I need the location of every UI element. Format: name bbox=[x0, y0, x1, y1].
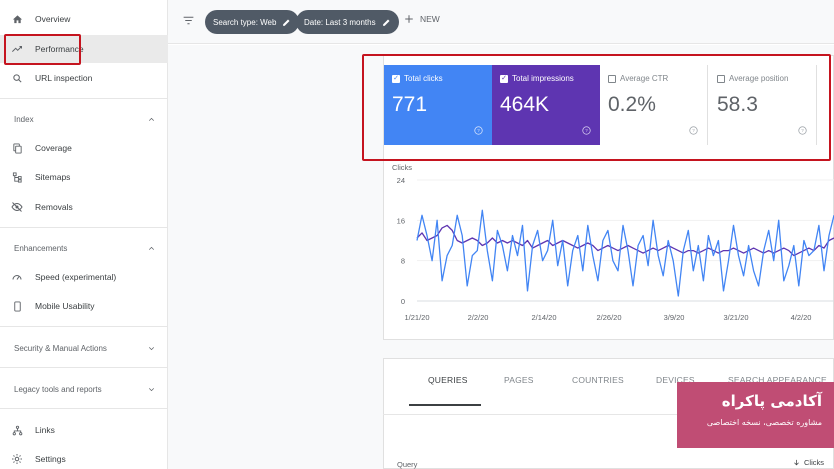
x-tick-label: 4/2/20 bbox=[791, 313, 812, 322]
date-range-chip[interactable]: Date: Last 3 months bbox=[296, 10, 399, 34]
sidebar-item-label: Links bbox=[35, 425, 55, 435]
search-type-chip[interactable]: Search type: Web bbox=[205, 10, 300, 34]
sitemap-icon bbox=[0, 171, 28, 183]
file-copy-icon bbox=[0, 142, 28, 154]
column-label: Clicks bbox=[804, 458, 824, 467]
highlight-annotation bbox=[4, 34, 81, 65]
sidebar-item-label: Sitemaps bbox=[35, 172, 71, 182]
sidebar-item-label: Coverage bbox=[35, 143, 72, 153]
sidebar-item-mobile-usability[interactable]: Mobile Usability bbox=[0, 292, 168, 320]
divider bbox=[0, 367, 168, 368]
section-legacy-header[interactable]: Legacy tools and reports bbox=[0, 378, 168, 400]
smartphone-icon bbox=[0, 300, 28, 312]
divider bbox=[0, 98, 168, 99]
edit-icon bbox=[382, 19, 390, 26]
new-filter-button[interactable]: NEW bbox=[404, 14, 440, 24]
plus-icon bbox=[405, 15, 413, 23]
tab-countries[interactable]: COUNTRIES bbox=[572, 375, 624, 385]
sidebar-item-links[interactable]: Links bbox=[0, 416, 168, 444]
chevron-down-icon bbox=[148, 387, 155, 391]
x-tick-label: 3/21/20 bbox=[723, 313, 748, 322]
section-enhancements-header[interactable]: Enhancements bbox=[0, 237, 168, 259]
x-tick-label: 2/26/20 bbox=[596, 313, 621, 322]
sidebar: Overview Performance URL inspection Inde… bbox=[0, 0, 168, 469]
sidebar-item-settings[interactable]: Settings bbox=[0, 445, 168, 469]
y-tick-label: 16 bbox=[397, 216, 405, 225]
x-tick-label: 1/21/20 bbox=[404, 313, 429, 322]
gear-icon bbox=[0, 453, 28, 465]
sidebar-item-coverage[interactable]: Coverage bbox=[0, 134, 168, 162]
section-title: Security & Manual Actions bbox=[14, 343, 107, 353]
filter-icon[interactable] bbox=[182, 14, 195, 32]
section-title: Enhancements bbox=[14, 243, 68, 253]
sidebar-item-label: Mobile Usability bbox=[35, 301, 95, 311]
arrow-down-icon bbox=[794, 459, 799, 466]
section-index-header[interactable]: Index bbox=[0, 108, 168, 130]
sidebar-item-label: URL inspection bbox=[35, 73, 93, 83]
chevron-down-icon bbox=[148, 346, 155, 350]
search-icon bbox=[0, 73, 28, 84]
divider bbox=[0, 326, 168, 327]
y-tick-label: 8 bbox=[401, 257, 405, 266]
chevron-up-icon bbox=[148, 246, 155, 250]
section-title: Legacy tools and reports bbox=[14, 384, 102, 394]
sidebar-item-removals[interactable]: Removals bbox=[0, 193, 168, 221]
highlight-annotation bbox=[362, 54, 831, 161]
y-axis-label: Clicks bbox=[392, 163, 412, 172]
watermark-logo: آکادمی پاکراه مشاوره تخصصی، نسخه اختصاصی bbox=[677, 382, 834, 448]
x-tick-label: 2/14/20 bbox=[531, 313, 556, 322]
y-tick-label: 24 bbox=[397, 176, 405, 185]
column-header-query[interactable]: Query bbox=[397, 460, 417, 469]
eye-off-icon bbox=[0, 201, 28, 213]
sidebar-item-label: Speed (experimental) bbox=[35, 272, 117, 282]
links-icon bbox=[0, 425, 28, 436]
divider bbox=[0, 227, 168, 228]
sidebar-item-label: Overview bbox=[35, 14, 71, 24]
filter-toolbar: Search type: Web Date: Last 3 months NEW bbox=[168, 0, 834, 44]
chip-label: Search type: Web bbox=[213, 17, 277, 27]
active-tab-indicator bbox=[409, 404, 481, 406]
x-tick-label: 3/9/20 bbox=[664, 313, 685, 322]
x-tick-label: 2/2/20 bbox=[468, 313, 489, 322]
sidebar-item-label: Removals bbox=[35, 202, 73, 212]
speedometer-icon bbox=[0, 271, 28, 283]
performance-chart: Clicks 24 16 8 0 1/21/20 2/2/20 2/14/20 2/26/20 3… bbox=[392, 163, 834, 322]
series-line-clicks bbox=[416, 209, 834, 297]
edit-icon bbox=[283, 19, 290, 26]
chip-label: Date: Last 3 months bbox=[304, 17, 376, 27]
watermark-title: آکادمی پاکراه bbox=[721, 392, 822, 410]
sidebar-item-url-inspection[interactable]: URL inspection bbox=[0, 64, 168, 92]
search-console-page: Overview Performance URL inspection Inde… bbox=[0, 0, 834, 469]
divider bbox=[0, 408, 168, 409]
watermark-subtitle: مشاوره تخصصی، نسخه اختصاصی bbox=[706, 418, 822, 427]
tab-pages[interactable]: PAGES bbox=[504, 375, 534, 385]
column-header-clicks[interactable]: Clicks bbox=[793, 458, 824, 467]
new-label: NEW bbox=[420, 14, 440, 24]
home-icon bbox=[0, 14, 28, 25]
sidebar-item-sitemaps[interactable]: Sitemaps bbox=[0, 163, 168, 191]
chevron-up-icon bbox=[148, 117, 155, 121]
y-tick-label: 0 bbox=[401, 297, 405, 306]
section-security-header[interactable]: Security & Manual Actions bbox=[0, 337, 168, 359]
tab-queries[interactable]: QUERIES bbox=[428, 375, 468, 385]
sidebar-item-speed[interactable]: Speed (experimental) bbox=[0, 263, 168, 291]
section-title: Index bbox=[14, 114, 34, 124]
sidebar-item-label: Settings bbox=[35, 454, 66, 464]
sidebar-item-overview[interactable]: Overview bbox=[0, 5, 168, 33]
